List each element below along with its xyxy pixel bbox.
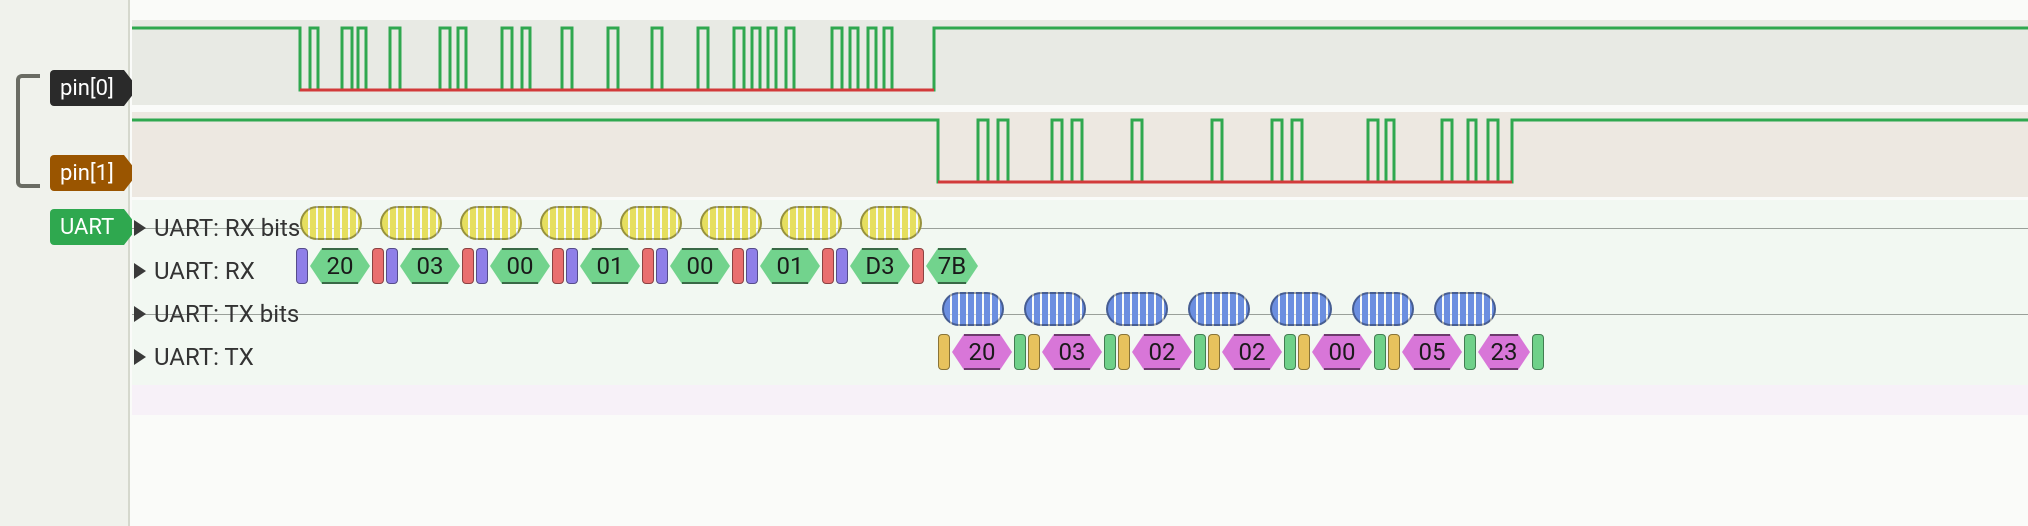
stop-bit-marker bbox=[642, 248, 654, 284]
channel-group-bracket bbox=[16, 74, 40, 188]
start-bit-marker bbox=[1388, 334, 1400, 370]
byte-value: 23 bbox=[1490, 334, 1518, 370]
decoder-row-tx-bits: UART: TX bits bbox=[132, 291, 2028, 337]
rx-byte: 01 bbox=[760, 248, 820, 284]
byte-value: 02 bbox=[1234, 334, 1270, 370]
rx-byte: 20 bbox=[310, 248, 370, 284]
byte-value: 7B bbox=[938, 248, 966, 284]
channel-tag-pin1[interactable]: pin[1] bbox=[50, 155, 124, 191]
bit-cluster bbox=[460, 206, 522, 240]
byte-value: 03 bbox=[412, 248, 448, 284]
stop-bit-marker bbox=[1464, 334, 1476, 370]
tx-byte: 23 bbox=[1478, 334, 1530, 370]
row-label: UART: TX bits bbox=[154, 300, 299, 328]
start-bit-marker bbox=[386, 248, 398, 284]
rx-byte: 01 bbox=[580, 248, 640, 284]
byte-value: 20 bbox=[964, 334, 1000, 370]
byte-value: 00 bbox=[502, 248, 538, 284]
waveform-lane-pin1 bbox=[132, 112, 2028, 197]
row-label: UART: RX bits bbox=[154, 214, 300, 242]
expand-icon[interactable] bbox=[134, 306, 146, 322]
tx-byte: 02 bbox=[1132, 334, 1192, 370]
byte-value: D3 bbox=[862, 248, 898, 284]
byte-value: 05 bbox=[1414, 334, 1450, 370]
byte-value: 00 bbox=[1324, 334, 1360, 370]
bit-cluster bbox=[300, 206, 362, 240]
channel-tag-pin0[interactable]: pin[0] bbox=[50, 70, 124, 106]
tx-byte: 05 bbox=[1402, 334, 1462, 370]
bit-cluster bbox=[1188, 292, 1250, 326]
byte-value: 00 bbox=[682, 248, 718, 284]
stop-bit-marker bbox=[1104, 334, 1116, 370]
byte-value: 02 bbox=[1144, 334, 1180, 370]
bit-cluster bbox=[860, 206, 922, 240]
bit-cluster bbox=[540, 206, 602, 240]
tx-byte: 20 bbox=[952, 334, 1012, 370]
stop-bit-marker bbox=[1014, 334, 1026, 370]
rx-byte: 7B bbox=[926, 248, 978, 284]
waveform-pin0 bbox=[132, 20, 2028, 105]
start-bit-marker bbox=[566, 248, 578, 284]
decoder-row-rx-bits: UART: RX bits bbox=[132, 205, 2028, 251]
stop-bit-marker bbox=[822, 248, 834, 284]
bit-cluster bbox=[1024, 292, 1086, 326]
sidebar: pin[0] pin[1] UART bbox=[0, 0, 130, 526]
start-bit-marker bbox=[746, 248, 758, 284]
plot-area[interactable]: UART: RX bits UART: RX 20 03 00 01 bbox=[132, 0, 2028, 526]
decoder-tag-label: UART bbox=[60, 215, 114, 240]
stop-bit-marker bbox=[552, 248, 564, 284]
start-bit-marker bbox=[836, 248, 848, 284]
start-bit-marker bbox=[1118, 334, 1130, 370]
bit-cluster bbox=[942, 292, 1004, 326]
start-bit-marker bbox=[656, 248, 668, 284]
waveform-lane-pin0 bbox=[132, 20, 2028, 105]
start-bit-marker bbox=[938, 334, 950, 370]
bit-cluster bbox=[1270, 292, 1332, 326]
rx-byte: 00 bbox=[670, 248, 730, 284]
stop-bit-marker bbox=[912, 248, 924, 284]
stop-bit-marker bbox=[372, 248, 384, 284]
bit-cluster bbox=[780, 206, 842, 240]
decoder-zone-extra bbox=[132, 385, 2028, 415]
stop-bit-marker bbox=[1532, 334, 1544, 370]
channel-tag-label: pin[1] bbox=[60, 161, 114, 186]
rx-byte: 00 bbox=[490, 248, 550, 284]
stop-bit-marker bbox=[1284, 334, 1296, 370]
start-bit-marker bbox=[296, 248, 308, 284]
expand-icon[interactable] bbox=[134, 263, 146, 279]
expand-icon[interactable] bbox=[134, 220, 146, 236]
rx-byte: 03 bbox=[400, 248, 460, 284]
channel-tag-label: pin[0] bbox=[60, 76, 114, 101]
start-bit-marker bbox=[1208, 334, 1220, 370]
waveform-pin1 bbox=[132, 112, 2028, 197]
bit-cluster bbox=[1352, 292, 1414, 326]
start-bit-marker bbox=[1298, 334, 1310, 370]
rx-byte: D3 bbox=[850, 248, 910, 284]
tx-byte: 03 bbox=[1042, 334, 1102, 370]
start-bit-marker bbox=[476, 248, 488, 284]
byte-value: 01 bbox=[592, 248, 628, 284]
bit-cluster bbox=[1106, 292, 1168, 326]
stop-bit-marker bbox=[462, 248, 474, 284]
byte-value: 01 bbox=[772, 248, 808, 284]
tx-byte: 02 bbox=[1222, 334, 1282, 370]
bit-cluster bbox=[1434, 292, 1496, 326]
start-bit-marker bbox=[1028, 334, 1040, 370]
expand-icon[interactable] bbox=[134, 349, 146, 365]
row-label: UART: TX bbox=[154, 343, 254, 371]
bit-cluster bbox=[620, 206, 682, 240]
row-label: UART: RX bbox=[154, 257, 255, 285]
stop-bit-marker bbox=[732, 248, 744, 284]
stop-bit-marker bbox=[1374, 334, 1386, 370]
decoder-row-tx: UART: TX 20 03 02 02 00 05 23 bbox=[132, 334, 2028, 380]
bit-cluster bbox=[380, 206, 442, 240]
byte-value: 03 bbox=[1054, 334, 1090, 370]
decoder-tag-uart[interactable]: UART bbox=[50, 209, 124, 245]
bit-cluster bbox=[700, 206, 762, 240]
decoder-row-rx: UART: RX 20 03 00 01 00 01 D3 7B bbox=[132, 248, 2028, 294]
byte-value: 20 bbox=[322, 248, 358, 284]
stop-bit-marker bbox=[1194, 334, 1206, 370]
tx-byte: 00 bbox=[1312, 334, 1372, 370]
